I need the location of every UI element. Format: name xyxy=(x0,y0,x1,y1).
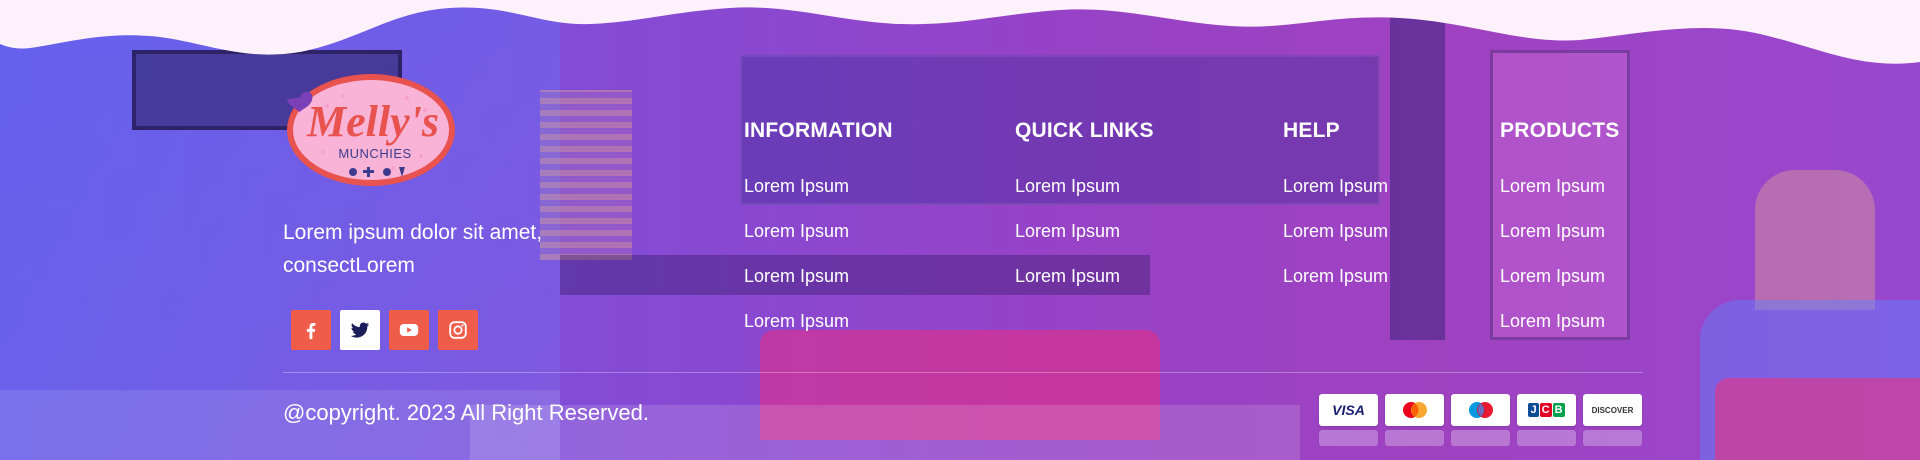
footer-divider xyxy=(283,372,1643,373)
maestro-card-reflection xyxy=(1451,430,1510,446)
jcb-letter-c: C xyxy=(1539,403,1552,417)
mastercard-card xyxy=(1385,394,1444,426)
site-footer: Melly's MUNCHIES Lorem ipsum dolor sit a… xyxy=(0,0,1920,460)
instagram-icon xyxy=(449,321,467,339)
list-item: Lorem Ipsum xyxy=(1500,308,1619,334)
column-title: INFORMATION xyxy=(744,119,893,142)
visa-card-reflection xyxy=(1319,430,1378,446)
instagram-link[interactable] xyxy=(438,310,478,350)
youtube-icon xyxy=(399,324,419,336)
list-item: Lorem Ipsum xyxy=(1283,263,1388,289)
about-text: Lorem ipsum dolor sit amet, consectLorem xyxy=(283,221,543,277)
list-item: Lorem Ipsum xyxy=(1015,218,1154,244)
footer-column-products: PRODUCTS Lorem Ipsum Lorem Ipsum Lorem I… xyxy=(1500,116,1619,353)
footer-link[interactable]: Lorem Ipsum xyxy=(1283,266,1388,286)
footer-link[interactable]: Lorem Ipsum xyxy=(1283,221,1388,241)
list-item: Lorem Ipsum xyxy=(744,173,893,199)
footer-link[interactable]: Lorem Ipsum xyxy=(744,176,849,196)
footer-link[interactable]: Lorem Ipsum xyxy=(1015,221,1120,241)
maestro-icon xyxy=(1468,402,1493,418)
column-title: QUICK LINKS xyxy=(1015,119,1154,142)
youtube-link[interactable] xyxy=(389,310,429,350)
jcb-card-reflection xyxy=(1517,430,1576,446)
mellys-munchies-logo[interactable]: Melly's MUNCHIES xyxy=(283,70,459,190)
mastercard-card-reflection xyxy=(1385,430,1444,446)
svg-text:Melly's: Melly's xyxy=(306,97,439,146)
copyright-text: @copyright. 2023 All Right Reserved. xyxy=(283,400,649,425)
link-list: Lorem Ipsum Lorem Ipsum Lorem Ipsum xyxy=(1015,173,1154,289)
footer-link[interactable]: Lorem Ipsum xyxy=(1500,176,1605,196)
background-jukebox xyxy=(1755,170,1875,310)
footer-link[interactable]: Lorem Ipsum xyxy=(1500,221,1605,241)
social-links xyxy=(291,310,478,350)
list-item: Lorem Ipsum xyxy=(744,218,893,244)
payment-methods: VISA JCB DISCOVER xyxy=(1319,394,1642,426)
footer-link[interactable]: Lorem Ipsum xyxy=(1015,176,1120,196)
list-item: Lorem Ipsum xyxy=(1283,173,1388,199)
link-list: Lorem Ipsum Lorem Ipsum Lorem Ipsum Lore… xyxy=(1500,173,1619,334)
svg-text:MUNCHIES: MUNCHIES xyxy=(338,146,411,161)
list-item: Lorem Ipsum xyxy=(744,263,893,289)
list-item: Lorem Ipsum xyxy=(1500,173,1619,199)
discover-icon: DISCOVER xyxy=(1591,405,1634,415)
discover-card-reflection xyxy=(1583,430,1642,446)
list-item: Lorem Ipsum xyxy=(1283,218,1388,244)
background-booth-seat xyxy=(1715,378,1920,460)
top-wave xyxy=(0,0,1920,64)
jcb-letter-j: J xyxy=(1528,403,1539,417)
discover-card: DISCOVER xyxy=(1583,394,1642,426)
footer-link[interactable]: Lorem Ipsum xyxy=(744,311,849,331)
link-list: Lorem Ipsum Lorem Ipsum Lorem Ipsum Lore… xyxy=(744,173,893,334)
footer-link[interactable]: Lorem Ipsum xyxy=(1500,311,1605,331)
twitter-link[interactable] xyxy=(340,310,380,350)
jcb-card: JCB xyxy=(1517,394,1576,426)
jcb-icon: JCB xyxy=(1528,403,1565,417)
footer-link[interactable]: Lorem Ipsum xyxy=(744,221,849,241)
maestro-card xyxy=(1451,394,1510,426)
list-item: Lorem Ipsum xyxy=(1015,263,1154,289)
mastercard-icon xyxy=(1402,402,1427,418)
brand-block: Melly's MUNCHIES xyxy=(283,70,483,190)
list-item: Lorem Ipsum xyxy=(1015,173,1154,199)
footer-column-help: HELP Lorem Ipsum Lorem Ipsum Lorem Ipsum xyxy=(1283,116,1388,308)
footer-column-information: INFORMATION Lorem Ipsum Lorem Ipsum Lore… xyxy=(744,116,893,353)
payment-methods-reflection xyxy=(1319,430,1642,446)
visa-card: VISA xyxy=(1319,394,1378,426)
column-title: PRODUCTS xyxy=(1500,119,1620,142)
facebook-icon xyxy=(306,322,316,340)
list-item: Lorem Ipsum xyxy=(1500,218,1619,244)
footer-link[interactable]: Lorem Ipsum xyxy=(1015,266,1120,286)
link-list: Lorem Ipsum Lorem Ipsum Lorem Ipsum xyxy=(1283,173,1388,289)
footer-link[interactable]: Lorem Ipsum xyxy=(1500,266,1605,286)
column-title: HELP xyxy=(1283,119,1340,142)
facebook-link[interactable] xyxy=(291,310,331,350)
background-booth-right xyxy=(1700,300,1920,460)
footer-link[interactable]: Lorem Ipsum xyxy=(744,266,849,286)
jcb-letter-b: B xyxy=(1552,403,1565,417)
visa-icon: VISA xyxy=(1332,402,1365,418)
footer-column-quick-links: QUICK LINKS Lorem Ipsum Lorem Ipsum Lore… xyxy=(1015,116,1154,308)
list-item: Lorem Ipsum xyxy=(744,308,893,334)
list-item: Lorem Ipsum xyxy=(1500,263,1619,289)
footer-link[interactable]: Lorem Ipsum xyxy=(1283,176,1388,196)
twitter-icon xyxy=(350,322,370,338)
